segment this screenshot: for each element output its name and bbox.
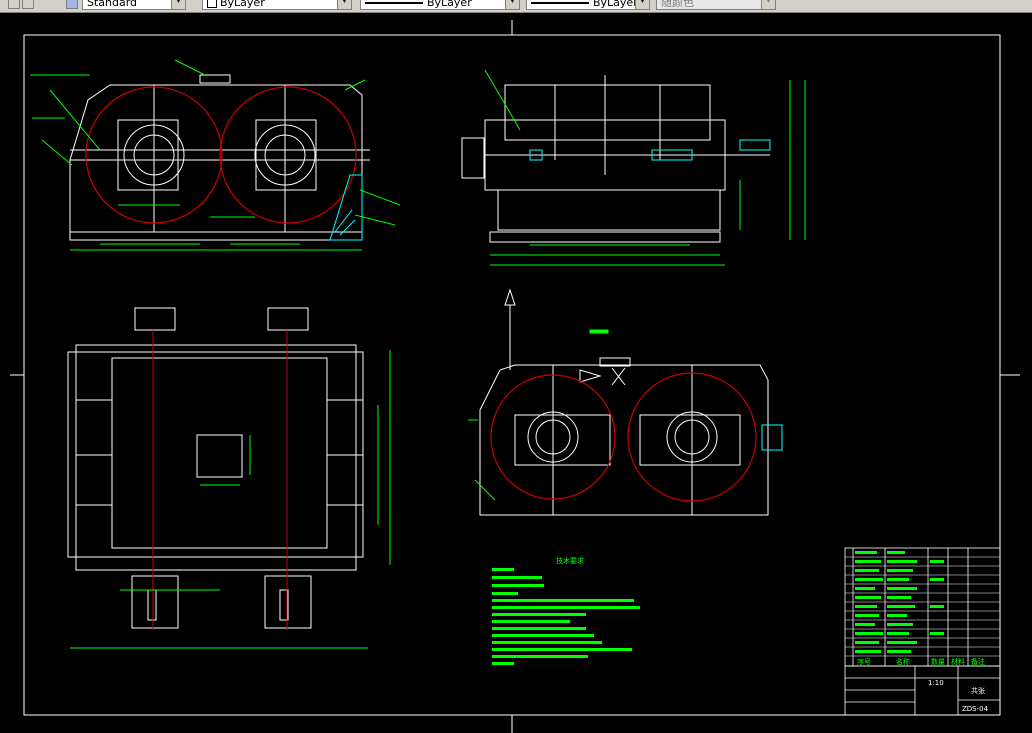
linetype-sample: [365, 2, 423, 4]
header-qty: 数量: [931, 657, 945, 666]
lineweight-sample: [531, 2, 589, 4]
top-view: [67, 307, 391, 649]
title-total: 共张: [971, 686, 985, 695]
title-block: 序号 名称 数量 材料 备注 1:10 共张 ZDS-04: [844, 547, 1001, 716]
oil-gauge-hatch: [329, 174, 363, 241]
header-index: 序号: [857, 657, 871, 666]
technical-requirements: 技术要求: [492, 556, 640, 665]
color-select[interactable]: ByLayer ▼: [202, 0, 352, 10]
shaft-centerlines: [152, 330, 288, 630]
color-swatch-icon: [207, 0, 217, 8]
front-view: [30, 59, 401, 251]
tech-requirement-lines: [492, 568, 640, 665]
header-name: 名称: [896, 657, 910, 666]
chevron-down-icon[interactable]: ▼: [761, 0, 775, 9]
text-style-select[interactable]: Standard ▼: [82, 0, 186, 10]
chevron-down-icon[interactable]: ▼: [171, 0, 185, 9]
header-material: 材料: [951, 657, 965, 666]
lineweight-select[interactable]: ByLayer ▼: [526, 0, 650, 10]
chevron-down-icon[interactable]: ▼: [505, 0, 519, 9]
color-value: ByLayer: [220, 0, 265, 9]
section-gear-circles: [490, 372, 757, 502]
linetype-value: ByLayer: [427, 0, 472, 9]
section-view: [468, 329, 783, 516]
chevron-down-icon[interactable]: ▼: [635, 0, 649, 9]
chevron-down-icon[interactable]: ▼: [337, 0, 351, 9]
title-scale: 1:10: [928, 679, 944, 687]
side-view: [461, 69, 806, 370]
plotstyle-select[interactable]: 随颜色 ▼: [656, 0, 776, 10]
top-view-dimensions: [70, 350, 391, 649]
side-view-dimensions: [484, 69, 806, 266]
header-remark: 备注: [971, 657, 985, 666]
text-style-value: Standard: [87, 0, 138, 9]
drawing-canvas[interactable]: 技术要求 序号 名称 数量 材料 备注 1:10 共张 ZDS-04: [0, 13, 1032, 733]
lineweight-value: ByLayer: [593, 0, 638, 9]
layer-state-icon[interactable]: [22, 0, 34, 9]
properties-toolbar: Standard ▼ ByLayer ▼ ByLayer ▼ ByLayer ▼…: [0, 0, 1032, 13]
layer-manager-icon[interactable]: [8, 0, 20, 9]
title-drawing-no: ZDS-04: [962, 705, 989, 713]
linetype-select[interactable]: ByLayer ▼: [360, 0, 520, 10]
text-style-icon[interactable]: [66, 0, 78, 9]
drawing-frame: [10, 20, 1020, 733]
section-arrow-icon: [504, 288, 516, 306]
plotstyle-value: 随颜色: [661, 0, 694, 9]
tech-requirements-title: 技术要求: [556, 556, 584, 565]
